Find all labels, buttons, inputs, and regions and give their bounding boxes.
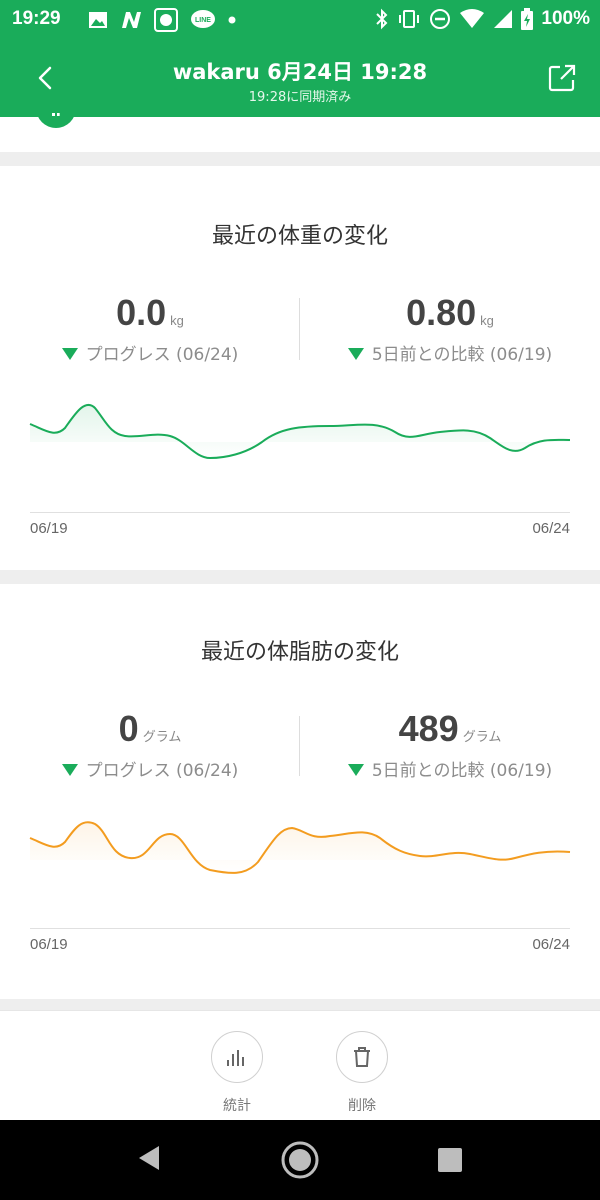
bar-chart-icon	[227, 1050, 244, 1066]
body-fat-axis-end: 06/24	[532, 936, 570, 953]
fat-compare-unit: グラム	[462, 729, 502, 744]
bluetooth-icon	[376, 8, 388, 30]
down-triangle-icon	[347, 764, 364, 776]
dnd-icon	[430, 9, 451, 29]
sync-status: 19:28に同期済み	[248, 90, 352, 105]
n-app-icon	[122, 12, 141, 28]
weight-compare-label: 5日前との比較 (06/19)	[371, 345, 553, 365]
weight-trend-area	[30, 404, 570, 458]
battery-icon	[521, 8, 534, 30]
weight-progress: 0.0 kg プログレス (06/24)	[0, 292, 300, 365]
weight-axis-end: 06/24	[532, 520, 570, 537]
weight-progress-unit: kg	[170, 313, 184, 328]
weight-card: 最近の体重の変化 0.0 kg プログレス (06/24) 0.80 kg 5日前と…	[0, 166, 600, 570]
fat-progress: 0 グラム プログレス (06/24)	[0, 708, 300, 781]
delete-label: 削除	[348, 1098, 376, 1114]
dot-icon	[228, 16, 236, 24]
vibrate-icon	[399, 10, 420, 28]
share-icon[interactable]	[546, 62, 578, 94]
weight-compare-value: 0.80	[406, 292, 477, 333]
character-app-icon	[154, 8, 178, 32]
divider	[0, 570, 600, 584]
divider	[0, 999, 600, 1010]
status-time: 19:29	[12, 8, 61, 29]
page-title: wakaru 6月24日 19:28	[172, 60, 428, 84]
body-fat-card-title: 最近の体脂肪の変化	[200, 640, 399, 665]
fat-compare-label: 5日前との比較 (06/19)	[371, 761, 553, 781]
trash-icon	[354, 1047, 370, 1067]
delete-button[interactable]: 削除	[322, 1031, 402, 1115]
down-triangle-icon	[61, 764, 78, 776]
fat-progress-label: プログレス (06/24)	[85, 761, 239, 781]
status-bar: 19:29 LINE 100%	[0, 0, 600, 40]
stats-button[interactable]: 統計	[197, 1031, 277, 1115]
partial-badge	[36, 100, 76, 128]
body-fat-axis	[30, 928, 570, 929]
nav-recents-icon[interactable]	[436, 1146, 464, 1174]
nav-home-icon[interactable]	[280, 1140, 320, 1180]
fat-compare: 489 グラム 5日前との比較 (06/19)	[300, 708, 600, 781]
fat-progress-unit: グラム	[142, 729, 182, 744]
weight-axis	[30, 512, 570, 513]
body-fat-axis-start: 06/19	[30, 936, 68, 953]
fat-progress-value: 0	[118, 708, 139, 749]
image-icon	[89, 12, 107, 28]
fat-compare-value: 489	[398, 708, 459, 749]
nav-back-icon[interactable]	[135, 1142, 163, 1174]
system-nav-bar	[0, 1120, 600, 1200]
down-triangle-icon	[347, 348, 364, 360]
bottom-toolbar: 統計 削除	[0, 1010, 600, 1121]
body-fat-trend-chart	[29, 821, 571, 874]
stats-label: 統計	[223, 1098, 251, 1114]
body-fat-card: 最近の体脂肪の変化 0 グラム プログレス (06/24) 489 グラム 5日前と…	[0, 584, 600, 999]
divider	[0, 152, 600, 166]
battery-percent: 100%	[541, 8, 590, 29]
weight-axis-start: 06/19	[30, 520, 68, 537]
down-triangle-icon	[61, 348, 78, 360]
weight-compare: 0.80 kg 5日前との比較 (06/19)	[300, 292, 600, 365]
svg-text:LINE: LINE	[195, 17, 211, 24]
line-app-icon: LINE	[191, 10, 215, 28]
weight-compare-unit: kg	[480, 313, 494, 328]
weight-progress-label: プログレス (06/24)	[85, 345, 239, 365]
weight-progress-value: 0.0	[116, 292, 167, 333]
weight-card-title: 最近の体重の変化	[211, 224, 388, 249]
weight-trend-chart	[29, 403, 571, 460]
wifi-icon	[460, 9, 485, 28]
app-bar: wakaru 6月24日 19:28 19:28に同期済み	[0, 40, 600, 117]
signal-icon	[494, 10, 513, 28]
